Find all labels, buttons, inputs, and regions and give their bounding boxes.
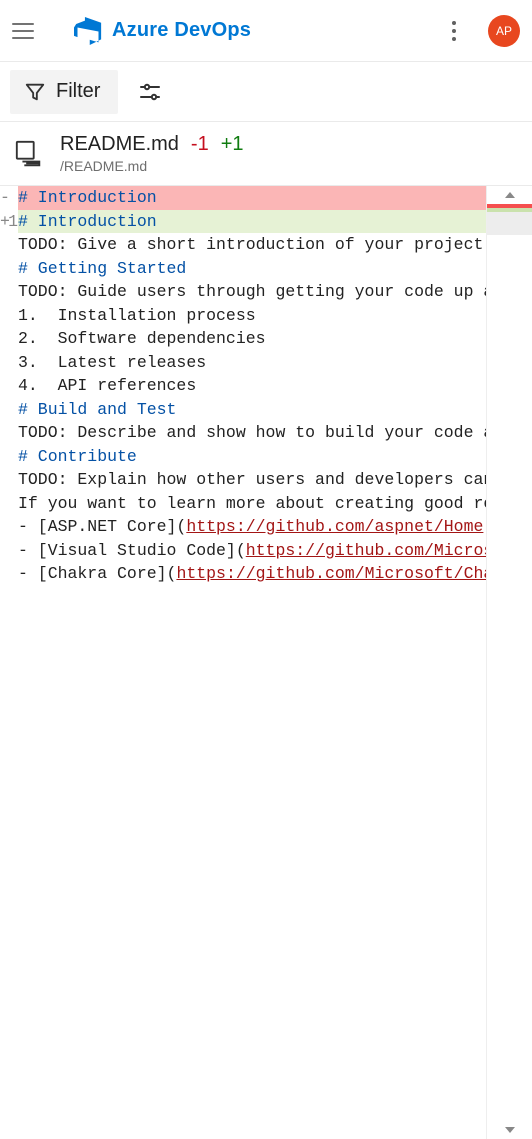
file-header: README.md -1 +1 /README.md (0, 122, 532, 186)
diff-mark (0, 492, 8, 516)
line-number (8, 351, 18, 375)
filter-label: Filter (56, 80, 100, 103)
line-number (8, 257, 18, 281)
azure-devops-logo-icon (74, 17, 102, 45)
code-content: If you want to learn more about creating… (18, 492, 486, 516)
diff-mark (0, 257, 8, 281)
line-number (8, 539, 18, 563)
code-content: # Introduction (18, 186, 486, 210)
diff-mark (0, 304, 8, 328)
diff-mark (0, 374, 8, 398)
diff-line: # Getting Started (0, 257, 486, 281)
scroll-up-button[interactable] (487, 186, 532, 204)
menu-button[interactable] (12, 15, 44, 47)
diff-line: 1. Installation process (0, 304, 486, 328)
code-content: 2. Software dependencies (18, 327, 486, 351)
code-content: # Contribute (18, 445, 486, 469)
code-content: - [Visual Studio Code](https://github.co… (18, 539, 486, 563)
diff-line: TODO: Guide users through getting your c… (0, 280, 486, 304)
line-number (8, 374, 18, 398)
diff-line: TODO: Describe and show how to build you… (0, 421, 486, 445)
avatar[interactable]: AP (488, 15, 520, 47)
diff-line: +1# Introduction (0, 210, 486, 234)
diff-mark: - (0, 186, 8, 210)
line-number (8, 280, 18, 304)
app-header: Azure DevOps AP (0, 0, 532, 62)
line-number (8, 421, 18, 445)
line-number (8, 398, 18, 422)
added-count: +1 (221, 131, 244, 157)
diff-mark (0, 445, 8, 469)
code-content: 1. Installation process (18, 304, 486, 328)
line-number (8, 492, 18, 516)
file-name: README.md (60, 131, 179, 157)
diff-line: - [ASP.NET Core](https://github.com/aspn… (0, 515, 486, 539)
diff-body[interactable]: -# Introduction+1# IntroductionTODO: Giv… (0, 186, 486, 1139)
more-menu-button[interactable] (438, 15, 470, 47)
diff-mark (0, 398, 8, 422)
diff-mark (0, 233, 8, 257)
minimap-block (487, 208, 532, 212)
line-number (8, 562, 18, 586)
diff-viewer: -# Introduction+1# IntroductionTODO: Giv… (0, 186, 532, 1139)
code-content: TODO: Describe and show how to build you… (18, 421, 486, 445)
brand-label: Azure DevOps (112, 19, 251, 42)
diff-line: # Build and Test (0, 398, 486, 422)
diff-line: -# Introduction (0, 186, 486, 210)
file-path: /README.md (60, 157, 244, 175)
diff-mark (0, 468, 8, 492)
code-content: TODO: Give a short introduction of your … (18, 233, 486, 257)
diff-line: TODO: Explain how other users and develo… (0, 468, 486, 492)
removed-count: -1 (191, 131, 209, 157)
line-number (8, 304, 18, 328)
line-number (8, 515, 18, 539)
code-content: # Build and Test (18, 398, 486, 422)
line-number (8, 445, 18, 469)
diff-line: If you want to learn more about creating… (0, 492, 486, 516)
code-content: # Getting Started (18, 257, 486, 281)
diff-line: 4. API references (0, 374, 486, 398)
code-content: 3. Latest releases (18, 351, 486, 375)
diff-mark: + (0, 210, 8, 234)
line-number (8, 327, 18, 351)
code-content: # Introduction (18, 210, 486, 234)
diff-mark (0, 562, 8, 586)
diff-mark (0, 421, 8, 445)
filter-button[interactable]: Filter (10, 70, 118, 114)
code-content: 4. API references (18, 374, 486, 398)
scroll-down-button[interactable] (487, 1121, 532, 1139)
diff-line: 3. Latest releases (0, 351, 486, 375)
brand-area[interactable]: Azure DevOps (74, 17, 251, 45)
diff-mark (0, 280, 8, 304)
diff-toolbar: Filter (0, 62, 532, 122)
diff-line: # Contribute (0, 445, 486, 469)
code-content: TODO: Guide users through getting your c… (18, 280, 486, 304)
diff-mark (0, 515, 8, 539)
diff-line: - [Chakra Core](https://github.com/Micro… (0, 562, 486, 586)
minimap-block (487, 204, 532, 208)
diff-line: 2. Software dependencies (0, 327, 486, 351)
sliders-icon (138, 80, 162, 104)
code-content: TODO: Explain how other users and develo… (18, 468, 486, 492)
minimap-block (487, 212, 532, 235)
diff-line: TODO: Give a short introduction of your … (0, 233, 486, 257)
code-content: - [ASP.NET Core](https://github.com/aspn… (18, 515, 486, 539)
code-content: - [Chakra Core](https://github.com/Micro… (18, 562, 486, 586)
line-number (8, 468, 18, 492)
diff-settings-button[interactable] (128, 70, 172, 114)
diff-mark (0, 351, 8, 375)
line-number (8, 186, 18, 210)
line-number (8, 233, 18, 257)
diff-mark (0, 327, 8, 351)
file-compare-icon (14, 139, 44, 169)
diff-mark (0, 539, 8, 563)
minimap[interactable] (486, 186, 532, 1139)
filter-icon (24, 81, 46, 103)
line-number: 1 (8, 210, 18, 234)
diff-line: - [Visual Studio Code](https://github.co… (0, 539, 486, 563)
